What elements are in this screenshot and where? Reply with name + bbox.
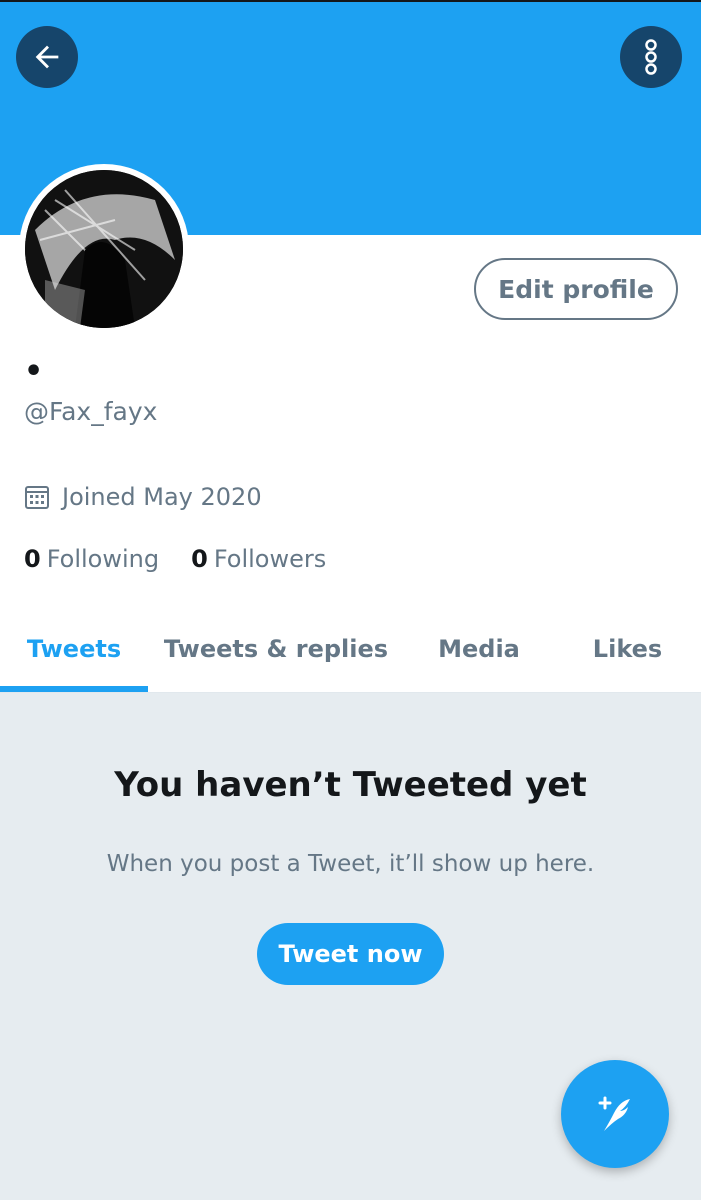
empty-state-title: You haven’t Tweeted yet [114, 765, 587, 805]
vertical-ellipsis-icon [645, 39, 657, 75]
calendar-icon [25, 486, 49, 509]
avatar[interactable] [19, 164, 189, 334]
active-tab-indicator [0, 686, 148, 692]
tab-media[interactable]: Media [404, 605, 554, 693]
tweet-now-button[interactable]: Tweet now [257, 923, 444, 985]
edit-profile-button[interactable]: Edit profile [474, 258, 678, 320]
followers-label: Followers [213, 545, 327, 573]
display-name: • [24, 354, 44, 389]
followers-stat[interactable]: 0 Followers [191, 542, 326, 576]
profile-handle: @Fax_fayx [24, 397, 158, 426]
arrow-left-icon [35, 45, 59, 69]
follow-stats: 0 Following 0 Followers [24, 542, 358, 576]
following-label: Following [46, 545, 160, 573]
compose-tweet-button[interactable] [561, 1060, 669, 1168]
joined-label: Joined May 2020 [62, 483, 262, 511]
followers-count: 0 [191, 545, 208, 573]
profile-tabs: Tweets Tweets & replies Media Likes [0, 605, 701, 693]
joined-date: Joined May 2020 [24, 480, 262, 514]
tab-tweets[interactable]: Tweets [0, 605, 148, 693]
back-button[interactable] [16, 26, 78, 88]
compose-tweet-icon [598, 1096, 630, 1131]
tab-likes[interactable]: Likes [554, 605, 701, 693]
more-options-button[interactable] [620, 26, 682, 88]
following-stat[interactable]: 0 Following [24, 542, 159, 576]
following-count: 0 [24, 545, 41, 573]
empty-state-subtitle: When you post a Tweet, it’ll show up her… [106, 851, 595, 877]
avatar-photo [25, 170, 183, 328]
tab-tweets-replies[interactable]: Tweets & replies [148, 605, 404, 693]
